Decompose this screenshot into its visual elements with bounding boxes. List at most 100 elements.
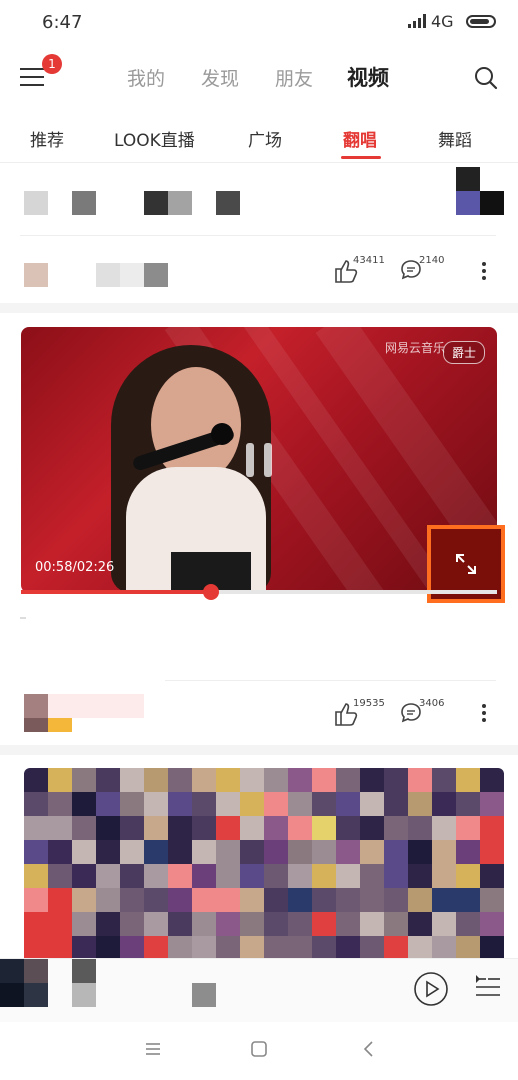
mosaic-cell: [360, 864, 384, 888]
progress-fill: [21, 590, 212, 594]
mosaic-cell: [336, 840, 360, 864]
mosaic-cell: [480, 792, 504, 816]
mosaic-cell: [360, 816, 384, 840]
mosaic-cell: [120, 792, 144, 816]
mosaic-cell: [312, 768, 336, 792]
tab-discover[interactable]: 发现: [201, 64, 239, 91]
fullscreen-icon: [456, 554, 476, 574]
next-video-thumbnail[interactable]: [24, 768, 504, 958]
mosaic-cell: [216, 888, 240, 912]
mosaic-cell: [360, 888, 384, 912]
channel-square[interactable]: 广场: [248, 126, 282, 151]
tab-friends[interactable]: 朋友: [275, 64, 313, 91]
mosaic-cell: [48, 864, 72, 888]
mosaic-cell: [144, 792, 168, 816]
channel-look-live[interactable]: LOOK直播: [114, 126, 195, 151]
mosaic-cell: [240, 768, 264, 792]
channel-cover[interactable]: 翻唱: [343, 126, 377, 151]
caption-placeholder: [20, 617, 26, 619]
mosaic-cell: [312, 864, 336, 888]
video-tag[interactable]: 爵士: [442, 341, 485, 364]
mosaic-cell: [192, 912, 216, 936]
mosaic-cell: [336, 912, 360, 936]
divider: [165, 680, 496, 681]
mosaic-cell: [264, 816, 288, 840]
mosaic-cell: [240, 936, 264, 958]
mosaic-cell: [336, 936, 360, 958]
more-icon[interactable]: [482, 262, 486, 282]
mosaic-cell: [96, 816, 120, 840]
mosaic-cell: [72, 864, 96, 888]
mosaic-cell: [336, 768, 360, 792]
back-icon[interactable]: [360, 1040, 378, 1058]
mosaic-cell: [312, 840, 336, 864]
progress-knob[interactable]: [203, 584, 220, 600]
mosaic-cell: [48, 936, 72, 958]
mosaic-cell: [360, 768, 384, 792]
mini-player-bar[interactable]: [0, 958, 518, 1023]
mosaic-cell: [96, 840, 120, 864]
mosaic-cell: [432, 840, 456, 864]
mosaic-cell: [384, 792, 408, 816]
video-player[interactable]: 网易云音乐 爵士 00:58/02:26: [21, 327, 497, 593]
mosaic-cell: [264, 792, 288, 816]
mosaic-cell: [168, 792, 192, 816]
mosaic-cell: [432, 768, 456, 792]
channel-dance[interactable]: 舞蹈: [438, 126, 472, 151]
mosaic-cell: [144, 840, 168, 864]
home-icon[interactable]: [250, 1040, 268, 1058]
mosaic-cell: [216, 936, 240, 958]
mosaic-cell: [408, 864, 432, 888]
search-icon[interactable]: [474, 66, 498, 90]
mosaic-cell: [144, 768, 168, 792]
mosaic-cell: [408, 792, 432, 816]
mosaic-cell: [168, 912, 192, 936]
channel-recommend[interactable]: 推荐: [30, 126, 64, 151]
more-icon[interactable]: [482, 704, 486, 724]
mosaic-cell: [336, 816, 360, 840]
video-progress-bar[interactable]: [21, 584, 497, 600]
mosaic-cell: [480, 864, 504, 888]
mosaic-cell: [456, 864, 480, 888]
recent-apps-icon[interactable]: [144, 1040, 162, 1058]
network-type: 4G: [431, 12, 454, 31]
mosaic-cell: [480, 816, 504, 840]
pause-icon[interactable]: [246, 443, 274, 477]
mosaic-cell: [456, 816, 480, 840]
like-count: 19535: [353, 698, 385, 709]
mosaic-cell: [192, 840, 216, 864]
mosaic-cell: [264, 768, 288, 792]
mosaic-cell: [216, 912, 240, 936]
channel-active-indicator: [341, 156, 381, 159]
mosaic-cell: [336, 864, 360, 888]
mosaic-cell: [144, 816, 168, 840]
mosaic-cell: [240, 840, 264, 864]
mosaic-cell: [48, 816, 72, 840]
mosaic-cell: [456, 912, 480, 936]
mosaic-cell: [384, 912, 408, 936]
mosaic-cell: [408, 912, 432, 936]
mosaic-cell: [96, 888, 120, 912]
tab-mine[interactable]: 我的: [127, 64, 165, 91]
mosaic-cell: [408, 888, 432, 912]
feed-item-1[interactable]: [0, 163, 518, 303]
mosaic-cell: [288, 768, 312, 792]
mosaic-cell: [384, 816, 408, 840]
playlist-icon[interactable]: [474, 973, 502, 1001]
mosaic-cell: [168, 864, 192, 888]
mosaic-cell: [144, 888, 168, 912]
mosaic-cell: [240, 816, 264, 840]
mosaic-cell: [432, 912, 456, 936]
mosaic-cell: [480, 912, 504, 936]
mosaic-cell: [264, 912, 288, 936]
status-bar: 6:47 4G: [0, 0, 518, 44]
tab-video[interactable]: 视频: [347, 62, 389, 92]
menu-icon[interactable]: [20, 66, 46, 90]
mosaic-cell: [288, 864, 312, 888]
mosaic-cell: [24, 888, 48, 912]
mosaic-cell: [288, 888, 312, 912]
play-icon[interactable]: [413, 971, 449, 1007]
mosaic-cell: [408, 840, 432, 864]
mosaic-cell: [384, 840, 408, 864]
mosaic-cell: [456, 888, 480, 912]
